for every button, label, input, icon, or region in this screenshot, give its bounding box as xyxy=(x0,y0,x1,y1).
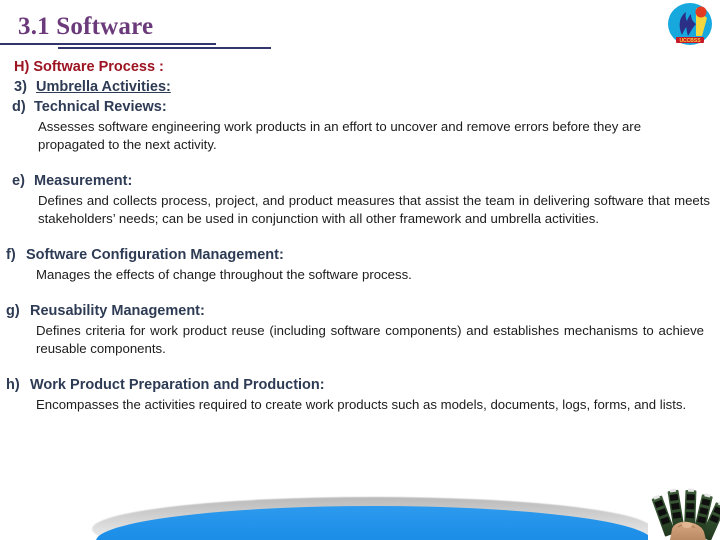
ram-memory-modules-photo xyxy=(648,487,720,540)
marker-d: d) xyxy=(12,99,26,115)
label-umbrella-activities: Umbrella Activities: xyxy=(36,79,171,95)
item-heading-e: e) Measurement: xyxy=(12,172,720,190)
item-heading-g: g) Reusability Management: xyxy=(6,302,720,320)
page-title: 3.1 Software xyxy=(18,13,154,40)
uccbss-logo-icon: UCCBSS xyxy=(666,2,714,46)
item-body-e: Defines and collects process, project, a… xyxy=(38,193,710,226)
marker-h: h) xyxy=(6,377,20,393)
marker-e: e) xyxy=(12,173,25,189)
label-measurement: Measurement: xyxy=(34,173,133,189)
title-underline-secondary xyxy=(58,47,271,49)
marker-g: g) xyxy=(6,303,20,319)
marker-f: f) xyxy=(6,247,16,263)
label-software-configuration-management: Software Configuration Management: xyxy=(26,247,284,263)
item-heading-f: f) Software Configuration Management: xyxy=(6,246,720,264)
slide-body: H) Software Process : 3) Umbrella Activit… xyxy=(0,58,720,414)
item-body-g: Defines criteria for work product reuse … xyxy=(36,323,704,356)
marker-3: 3) xyxy=(14,79,27,95)
item-heading-d: d) Technical Reviews: xyxy=(12,98,720,116)
item-body-f: Manages the effects of change throughout… xyxy=(36,267,412,282)
title-underline-primary xyxy=(0,43,216,45)
label-technical-reviews: Technical Reviews: xyxy=(34,99,167,115)
slide-canvas: 3.1 Software UCCBSS H) Software Process … xyxy=(0,0,720,540)
svg-text:UCCBSS: UCCBSS xyxy=(679,38,701,44)
heading-software-process: H) Software Process : xyxy=(14,59,164,75)
label-work-product-preparation: Work Product Preparation and Production: xyxy=(30,377,325,393)
item-body-h: Encompasses the activities required to c… xyxy=(36,397,687,412)
label-reusability-management: Reusability Management: xyxy=(30,303,205,319)
heading-umbrella-activities: 3) Umbrella Activities: xyxy=(14,78,720,96)
item-heading-h: h) Work Product Preparation and Productio… xyxy=(6,376,720,394)
item-body-d: Assesses software engineering work produ… xyxy=(38,119,642,152)
